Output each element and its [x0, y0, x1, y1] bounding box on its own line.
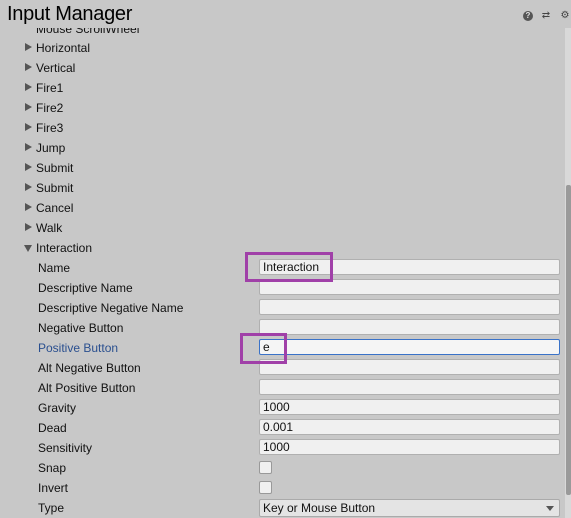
help-icon[interactable]: ?	[523, 11, 533, 21]
axis-label: Fire2	[36, 101, 64, 115]
axis-label: Walk	[36, 221, 63, 235]
property-label: Name	[38, 261, 71, 275]
axis-row-jump[interactable]: Jump	[0, 138, 565, 158]
foldout-arrow-icon[interactable]	[25, 203, 32, 211]
axis-label: Fire1	[36, 81, 64, 95]
property-row-dead: Dead 0.001	[0, 418, 565, 438]
property-label: Alt Negative Button	[38, 361, 141, 375]
property-row-invert: Invert	[0, 478, 565, 498]
property-row-alt-positive-button: Alt Positive Button	[0, 378, 565, 398]
axis-row-interaction[interactable]: Interaction	[0, 238, 565, 258]
positive-button-field[interactable]: e	[259, 339, 560, 355]
axis-row-cancel[interactable]: Cancel	[0, 198, 565, 218]
foldout-arrow-icon[interactable]	[25, 63, 32, 71]
scrollbar-thumb[interactable]	[566, 185, 571, 495]
property-label: Snap	[38, 461, 67, 475]
foldout-arrow-icon[interactable]	[25, 123, 32, 131]
dead-field[interactable]: 0.001	[259, 419, 560, 435]
foldout-arrow-icon[interactable]	[25, 83, 32, 91]
invert-checkbox[interactable]	[259, 481, 272, 494]
foldout-arrow-icon[interactable]	[25, 103, 32, 111]
window-header: Input Manager ? ⇄ ⚙	[0, 0, 571, 28]
axis-row-fire2[interactable]: Fire2	[0, 98, 565, 118]
property-row-snap: Snap	[0, 458, 565, 478]
foldout-arrow-icon[interactable]	[24, 245, 32, 252]
negative-button-field[interactable]	[259, 319, 560, 335]
property-label: Descriptive Name	[38, 281, 133, 295]
gear-icon[interactable]: ⚙	[560, 11, 570, 21]
property-label: Gravity	[38, 401, 77, 415]
axis-row-horizontal[interactable]: Horizontal	[0, 38, 565, 58]
axis-row-submit[interactable]: Submit	[0, 158, 565, 178]
gravity-field[interactable]: 1000	[259, 399, 560, 415]
axis-label: Interaction	[36, 241, 93, 255]
property-row-descriptive-name: Descriptive Name	[0, 278, 565, 298]
foldout-arrow-icon[interactable]	[25, 163, 32, 171]
property-row-gravity: Gravity 1000	[0, 398, 565, 418]
property-label: Negative Button	[38, 321, 124, 335]
property-label: Invert	[38, 481, 69, 495]
descriptive-name-field[interactable]	[259, 279, 560, 295]
foldout-arrow-icon[interactable]	[25, 183, 32, 191]
axis-row-fire1[interactable]: Fire1	[0, 78, 565, 98]
alt-positive-button-field[interactable]	[259, 379, 560, 395]
property-row-sensitivity: Sensitivity 1000	[0, 438, 565, 458]
preset-icon[interactable]: ⇄	[541, 11, 551, 21]
property-label: Type	[38, 501, 65, 515]
axis-label: Cancel	[36, 201, 74, 215]
dropdown-caret-icon	[546, 506, 554, 511]
property-row-positive-button: Positive Button e	[0, 338, 565, 358]
axes-list: Mouse ScrollWheel Horizontal Vertical Fi…	[0, 28, 571, 518]
property-row-descriptive-negative-name: Descriptive Negative Name	[0, 298, 565, 318]
foldout-arrow-icon[interactable]	[25, 143, 32, 151]
axis-label: Submit	[36, 161, 74, 175]
property-row-name: Name Interaction	[0, 258, 565, 278]
alt-negative-button-field[interactable]	[259, 359, 560, 375]
axis-row-vertical[interactable]: Vertical	[0, 58, 565, 78]
axis-row-walk[interactable]: Walk	[0, 218, 565, 238]
type-dropdown[interactable]: Key or Mouse Button	[259, 499, 560, 517]
foldout-arrow-icon[interactable]	[25, 43, 32, 51]
axis-label: Jump	[36, 141, 66, 155]
sensitivity-field[interactable]: 1000	[259, 439, 560, 455]
foldout-arrow-icon[interactable]	[25, 223, 32, 231]
axis-label: Mouse ScrollWheel	[36, 28, 140, 36]
property-row-type: Type Key or Mouse Button	[0, 498, 565, 518]
window-title: Input Manager	[7, 3, 133, 25]
axis-label: Fire3	[36, 121, 64, 135]
axis-label: Submit	[36, 181, 74, 195]
type-dropdown-value: Key or Mouse Button	[263, 501, 376, 515]
descriptive-negative-name-field[interactable]	[259, 299, 560, 315]
property-label: Sensitivity	[38, 441, 93, 455]
property-row-negative-button: Negative Button	[0, 318, 565, 338]
property-label: Descriptive Negative Name	[38, 301, 184, 315]
axis-row-fire3[interactable]: Fire3	[0, 118, 565, 138]
axis-label: Horizontal	[36, 41, 91, 55]
property-label: Positive Button	[38, 341, 119, 355]
property-label: Dead	[38, 421, 67, 435]
property-row-alt-negative-button: Alt Negative Button	[0, 358, 565, 378]
axis-label: Vertical	[36, 61, 76, 75]
snap-checkbox[interactable]	[259, 461, 272, 474]
axis-row-submit-2[interactable]: Submit	[0, 178, 565, 198]
name-field[interactable]: Interaction	[259, 259, 560, 275]
property-label: Alt Positive Button	[38, 381, 136, 395]
